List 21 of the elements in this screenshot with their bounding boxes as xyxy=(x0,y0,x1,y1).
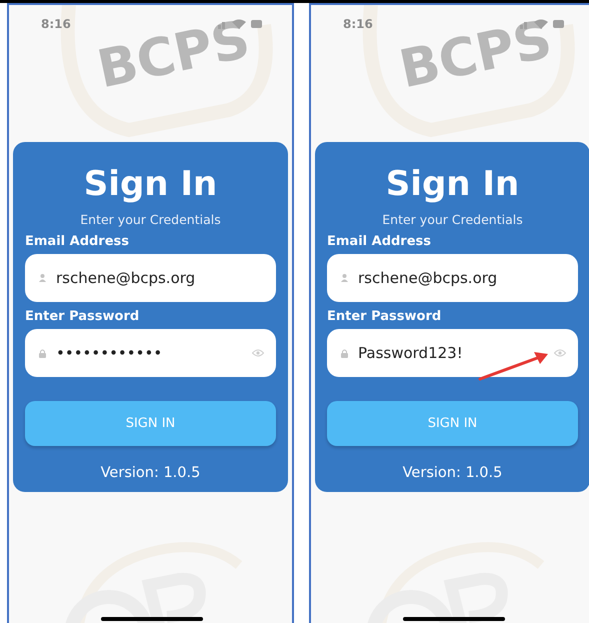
password-field[interactable]: •••••••••••• xyxy=(25,329,276,377)
lock-icon xyxy=(39,348,46,358)
status-time: 8:16 xyxy=(343,17,373,31)
person-icon xyxy=(39,274,46,282)
eye-icon[interactable] xyxy=(252,349,264,357)
field-label: Email Address xyxy=(327,234,432,249)
email-field[interactable]: rschene@bcps.org xyxy=(327,254,578,302)
subtitle: Enter your Credentials xyxy=(79,212,222,227)
title: Sign In xyxy=(384,164,520,204)
eye-icon[interactable] xyxy=(554,349,566,357)
field-label: Email Address xyxy=(25,234,130,249)
email-field[interactable]: rschene@bcps.org xyxy=(25,254,276,302)
field-label: Enter Password xyxy=(327,309,442,324)
person-icon xyxy=(341,274,348,282)
field-label: Enter Password xyxy=(25,309,140,324)
status-time: 8:16 xyxy=(41,17,71,31)
version-text: Version: 1.0.5 xyxy=(402,465,504,481)
lock-icon xyxy=(341,348,348,358)
subtitle: Enter your Credentials xyxy=(381,212,524,227)
title: Sign In xyxy=(82,164,218,204)
version-text: Version: 1.0.5 xyxy=(100,465,202,481)
